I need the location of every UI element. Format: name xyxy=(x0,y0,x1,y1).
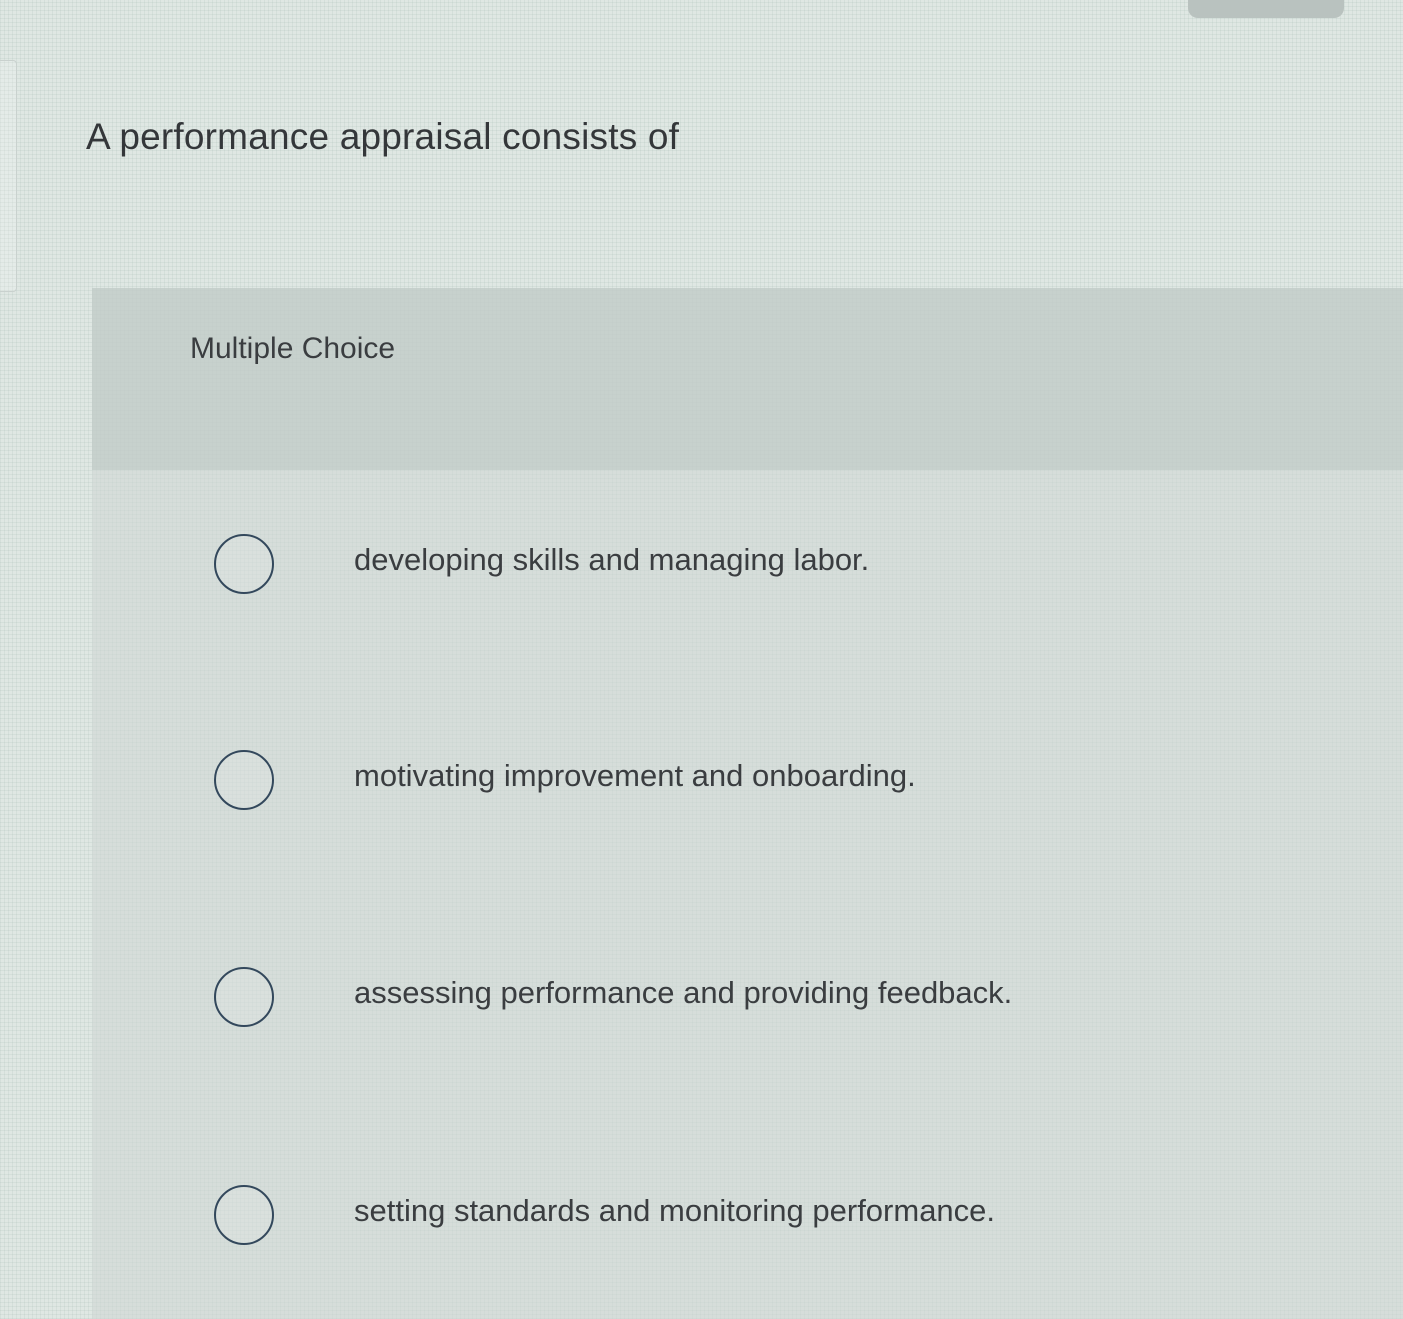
answer-option-label[interactable]: motivating improvement and onboarding. xyxy=(354,758,916,794)
answer-option-2[interactable]: motivating improvement and onboarding. xyxy=(92,738,1192,828)
answer-option-4[interactable]: setting standards and monitoring perform… xyxy=(92,1173,1192,1263)
top-corner-tab xyxy=(1188,0,1344,18)
radio-button[interactable] xyxy=(214,750,274,810)
choice-panel-header: Multiple Choice xyxy=(92,288,1403,470)
answer-option-label[interactable]: setting standards and monitoring perform… xyxy=(354,1193,995,1229)
radio-button[interactable] xyxy=(214,1185,274,1245)
answer-option-3[interactable]: assessing performance and providing feed… xyxy=(92,955,1192,1045)
question-type-label: Multiple Choice xyxy=(190,332,396,365)
left-edge-frame xyxy=(0,60,17,292)
radio-button[interactable] xyxy=(214,967,274,1027)
radio-button[interactable] xyxy=(214,534,274,594)
question-prompt: A performance appraisal consists of xyxy=(86,116,680,157)
answer-option-1[interactable]: developing skills and managing labor. xyxy=(92,522,1192,612)
answer-option-label[interactable]: assessing performance and providing feed… xyxy=(354,975,1012,1011)
answer-option-label[interactable]: developing skills and managing labor. xyxy=(354,542,869,578)
